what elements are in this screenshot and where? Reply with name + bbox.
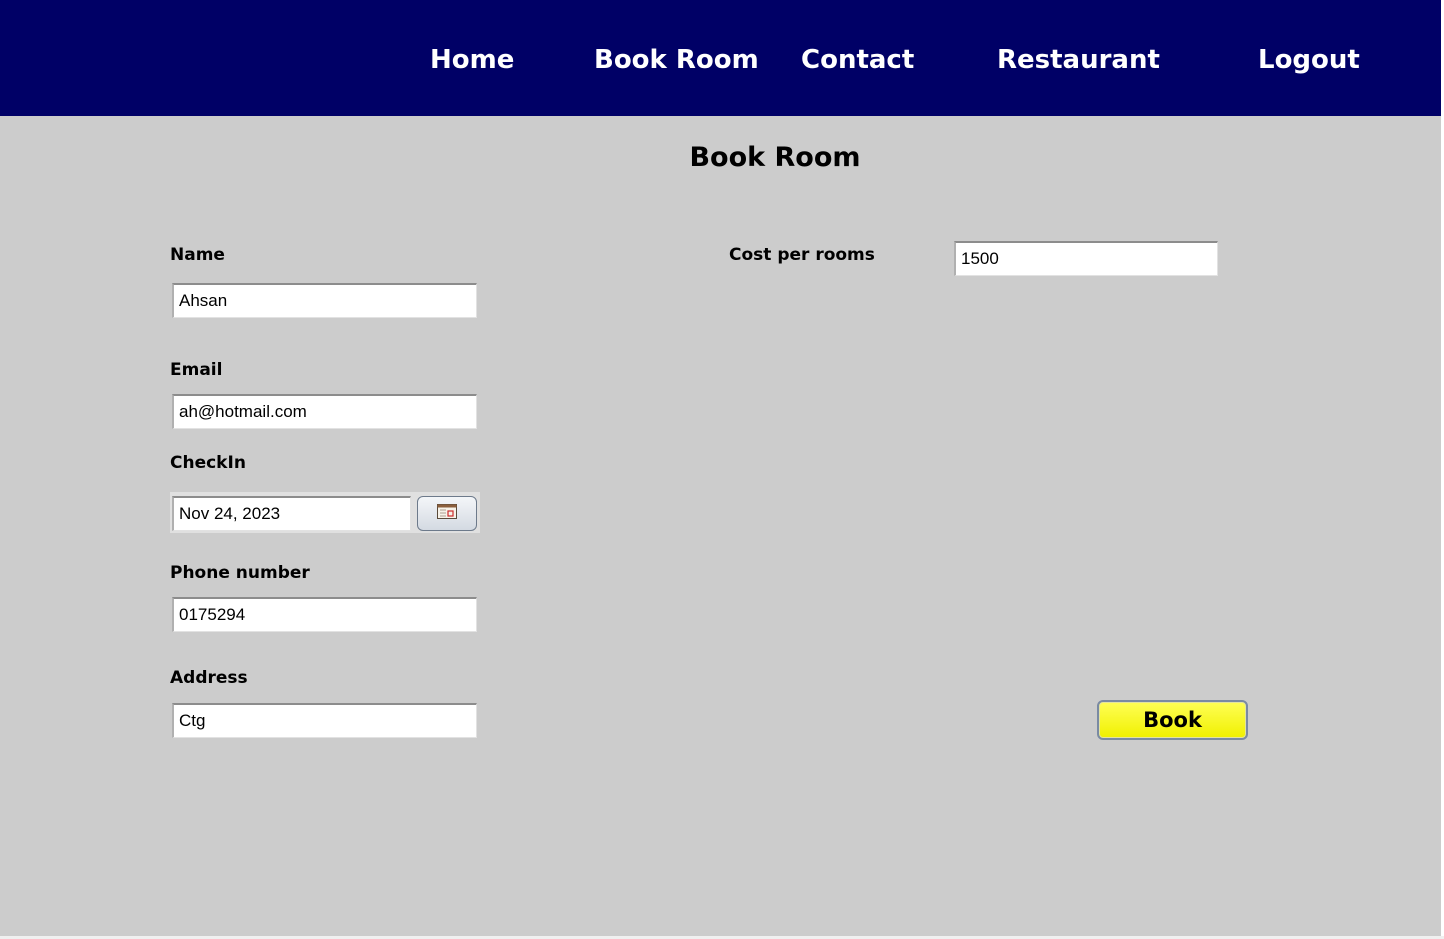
nav-contact[interactable]: Contact xyxy=(801,42,914,78)
nav-logout[interactable]: Logout xyxy=(1258,42,1360,78)
checkin-label: CheckIn xyxy=(170,453,246,473)
email-label: Email xyxy=(170,360,223,380)
cost-label: Cost per rooms xyxy=(729,245,875,265)
calendar-button[interactable] xyxy=(417,496,477,531)
checkin-date-input[interactable]: Nov 24, 2023 xyxy=(172,496,411,531)
name-label: Name xyxy=(170,245,225,265)
cost-input[interactable]: 1500 xyxy=(954,241,1218,276)
phone-label: Phone number xyxy=(170,563,310,583)
name-input[interactable]: Ahsan xyxy=(172,283,477,318)
phone-input[interactable]: 0175294 xyxy=(172,597,477,632)
page-title: Book Room xyxy=(689,142,861,173)
nav-home[interactable]: Home xyxy=(430,42,514,78)
book-button[interactable]: Book xyxy=(1097,700,1248,740)
calendar-icon xyxy=(437,504,457,523)
address-input[interactable]: Ctg xyxy=(172,703,477,738)
address-label: Address xyxy=(170,668,248,688)
nav-book-room[interactable]: Book Room xyxy=(594,42,759,78)
nav-restaurant[interactable]: Restaurant xyxy=(997,42,1160,78)
top-navbar: Home Book Room Contact Restaurant Logout xyxy=(0,0,1441,116)
email-input[interactable]: ah@hotmail.com xyxy=(172,394,477,429)
